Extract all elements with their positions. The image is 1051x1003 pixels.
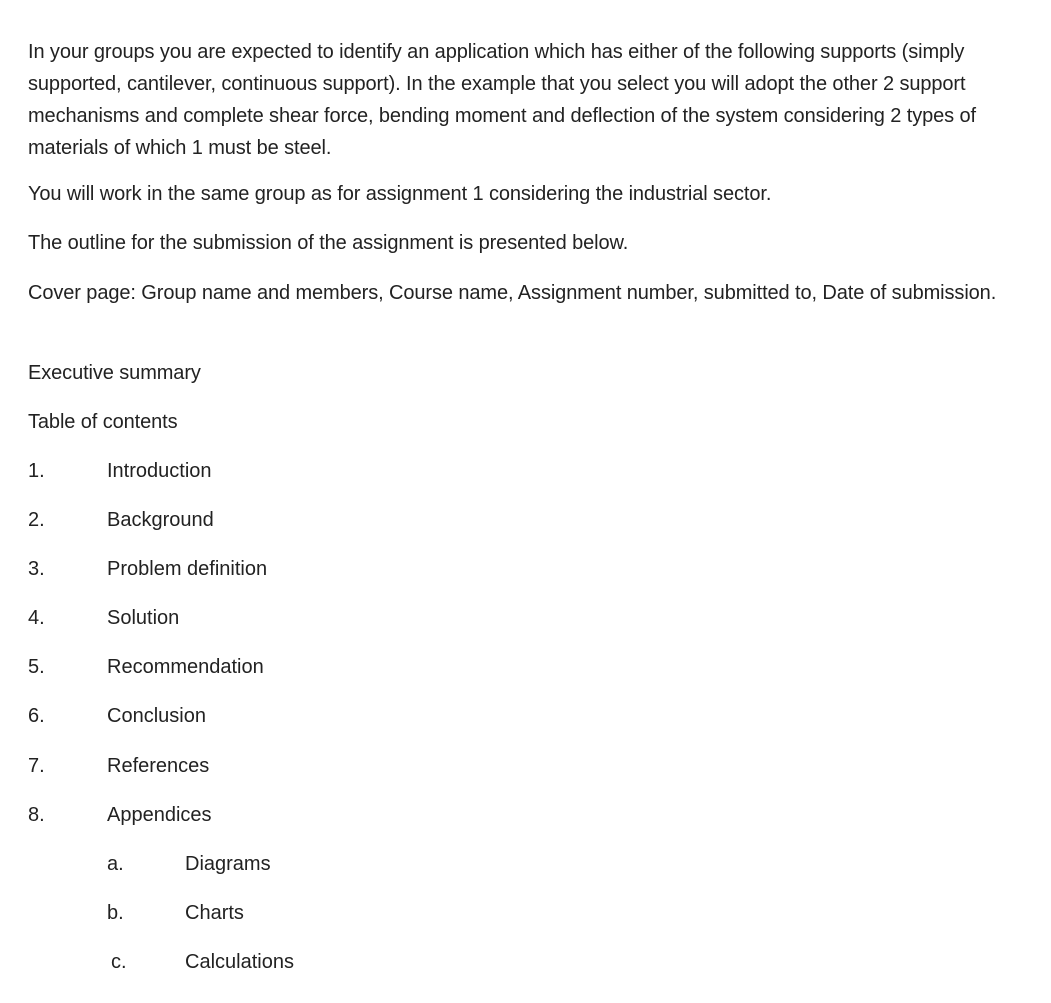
executive-summary-heading: Executive summary [28, 362, 201, 384]
list-label: Appendices [107, 804, 212, 826]
list-number: 1. [28, 460, 45, 482]
list-number: 8. [28, 804, 45, 826]
list-number: 6. [28, 705, 45, 727]
intro-paragraph: In your groups you are expected to ident… [28, 41, 977, 159]
list-number: 5. [28, 656, 45, 678]
sublist-label: Calculations [185, 951, 294, 973]
group-paragraph: You will work in the same group as for a… [28, 183, 772, 205]
sublist-letter: a. [107, 853, 124, 875]
list-number: 3. [28, 558, 45, 580]
list-label: Problem definition [107, 558, 268, 580]
list-number: 2. [28, 509, 45, 531]
list-label: References [107, 755, 210, 777]
sublist-letter: b. [107, 902, 124, 924]
list-label: Conclusion [107, 705, 206, 727]
cover-page-paragraph: Cover page: Group name and members, Cour… [28, 282, 997, 304]
list-label: Recommendation [107, 656, 264, 678]
list-number: 4. [28, 607, 45, 629]
sublist-label: Diagrams [185, 853, 271, 875]
table-of-contents-heading: Table of contents [28, 411, 178, 433]
sublist-label: Charts [185, 902, 244, 924]
outline-paragraph: The outline for the submission of the as… [28, 232, 629, 254]
list-number: 7. [28, 755, 45, 777]
sublist-letter: c. [111, 951, 127, 973]
list-label: Background [107, 509, 214, 531]
list-label: Introduction [107, 460, 212, 482]
list-label: Solution [107, 607, 180, 629]
